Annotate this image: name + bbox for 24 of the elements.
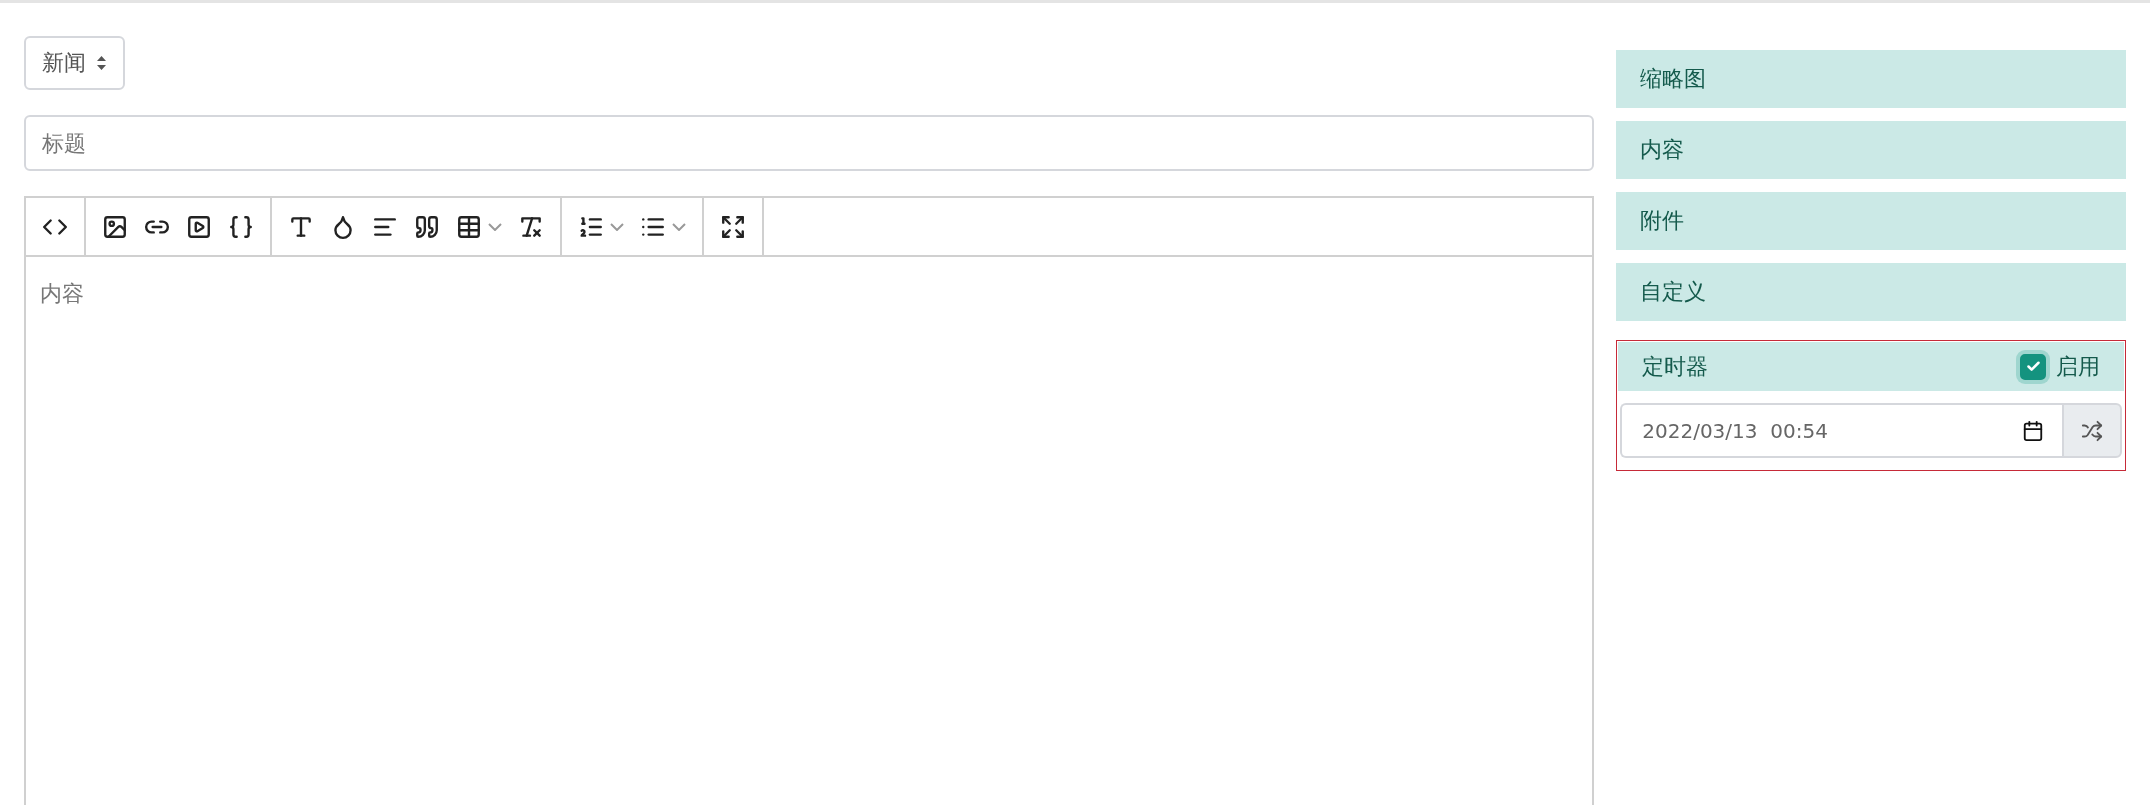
image-icon (102, 213, 128, 240)
play-icon (186, 213, 212, 240)
panel-header[interactable]: 自定义 (1616, 263, 2126, 321)
sort-arrows-icon (96, 55, 107, 71)
caret-icon (610, 222, 624, 231)
category-select[interactable]: 新闻 (24, 36, 125, 90)
calendar-icon[interactable] (2022, 419, 2044, 442)
panel-header[interactable]: 附件 (1616, 192, 2126, 250)
datetime-field[interactable]: 2022/03/13 00:54 (1620, 403, 2062, 458)
check-icon (2025, 359, 2041, 374)
random-button[interactable] (2062, 403, 2122, 458)
enable-checkbox[interactable]: 启用 (2020, 351, 2100, 382)
timer-title: 定时器 (1642, 352, 1709, 381)
expand-icon (720, 213, 746, 240)
caret-icon (672, 222, 686, 231)
braces-icon (228, 213, 254, 240)
caret-icon (488, 222, 502, 231)
panel-header[interactable]: 缩略图 (1616, 50, 2126, 108)
table-icon (456, 213, 482, 240)
content-field[interactable]: 内容 (26, 257, 1593, 805)
shuffle-icon (2081, 419, 2103, 442)
title-field[interactable]: 标题 (24, 115, 1595, 171)
panel-header[interactable]: 内容 (1616, 121, 2126, 179)
quote-icon (414, 213, 440, 240)
